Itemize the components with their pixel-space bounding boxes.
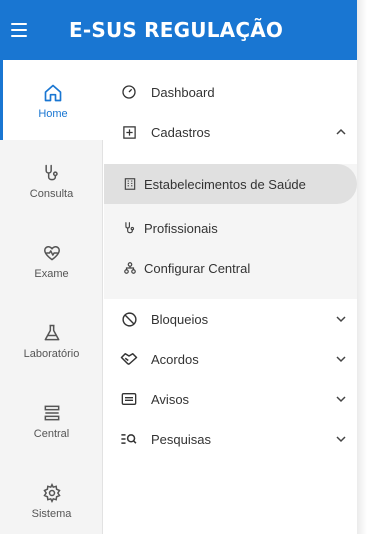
- submenu-item-estabelecimentos[interactable]: Estabelecimentos de Saúde: [104, 164, 357, 204]
- search-list-icon: [119, 429, 139, 449]
- menu-panel: Dashboard Cadastros Estabelecimentos de …: [104, 60, 357, 534]
- rail-item-label: Consulta: [29, 188, 74, 200]
- app-title: E-SUS REGULAÇÃO: [69, 18, 284, 42]
- submenu-item-label: Configurar Central: [144, 260, 251, 276]
- menu-item-dashboard[interactable]: Dashboard: [104, 72, 357, 112]
- menu-item-label: Avisos: [151, 391, 190, 407]
- menu-item-label: Pesquisas: [151, 431, 211, 447]
- chevron-down-icon[interactable]: [335, 433, 347, 445]
- rail-item-laboratorio[interactable]: Laboratório: [0, 300, 103, 380]
- gear-icon: [41, 482, 63, 504]
- menu-item-avisos[interactable]: Avisos: [104, 379, 357, 419]
- rail-item-label: Sistema: [31, 508, 72, 520]
- gauge-icon: [119, 82, 139, 102]
- menu-item-label: Dashboard: [151, 84, 215, 100]
- rail-item-label: Central: [33, 428, 70, 440]
- network-icon: [122, 260, 138, 276]
- navigation-rail: Home Consulta Exame Laboratório Central …: [0, 60, 103, 534]
- rail-item-label: Exame: [34, 268, 69, 280]
- hamburger-icon[interactable]: [11, 23, 39, 37]
- menu-item-acordos[interactable]: Acordos: [104, 339, 357, 379]
- submenu-item-profissionais[interactable]: Profissionais: [104, 208, 357, 248]
- rail-item-central[interactable]: Central: [0, 380, 103, 460]
- rail-item-home[interactable]: Home: [0, 60, 103, 140]
- rail-item-consulta[interactable]: Consulta: [0, 140, 103, 220]
- drawer-shadow: [357, 0, 367, 534]
- plus-box-icon: [119, 122, 139, 142]
- rail-item-exame[interactable]: Exame: [0, 220, 103, 300]
- submenu-item-configurar-central[interactable]: Configurar Central: [104, 248, 357, 288]
- handshake-icon: [119, 349, 139, 369]
- rail-item-label: Home: [38, 108, 68, 120]
- menu-item-label: Acordos: [151, 351, 199, 367]
- building-icon: [122, 176, 138, 192]
- chevron-down-icon[interactable]: [335, 353, 347, 365]
- stethoscope-icon: [122, 220, 138, 236]
- menu-item-pesquisas[interactable]: Pesquisas: [104, 419, 357, 459]
- menu-item-label: Cadastros: [151, 124, 211, 140]
- chevron-down-icon[interactable]: [335, 393, 347, 405]
- submenu-item-label: Estabelecimentos de Saúde: [144, 176, 306, 192]
- chevron-down-icon[interactable]: [335, 313, 347, 325]
- menu-item-label: Bloqueios: [151, 311, 209, 327]
- home-icon: [42, 82, 64, 104]
- stethoscope-icon: [41, 162, 63, 184]
- heart-pulse-icon: [41, 242, 63, 264]
- block-icon: [119, 309, 139, 329]
- rail-item-label: Laboratório: [23, 348, 80, 360]
- menu-item-bloqueios[interactable]: Bloqueios: [104, 299, 357, 339]
- rail-item-sistema[interactable]: Sistema: [0, 460, 103, 534]
- notice-icon: [119, 389, 139, 409]
- chevron-up-icon[interactable]: [335, 126, 347, 138]
- menu-item-cadastros[interactable]: Cadastros: [104, 112, 357, 152]
- cadastros-submenu: Estabelecimentos de Saúde Profissionais: [104, 164, 357, 299]
- submenu-item-label: Profissionais: [144, 220, 218, 236]
- central-icon: [41, 402, 63, 424]
- app-header: E-SUS REGULAÇÃO: [0, 0, 357, 60]
- flask-icon: [41, 322, 63, 344]
